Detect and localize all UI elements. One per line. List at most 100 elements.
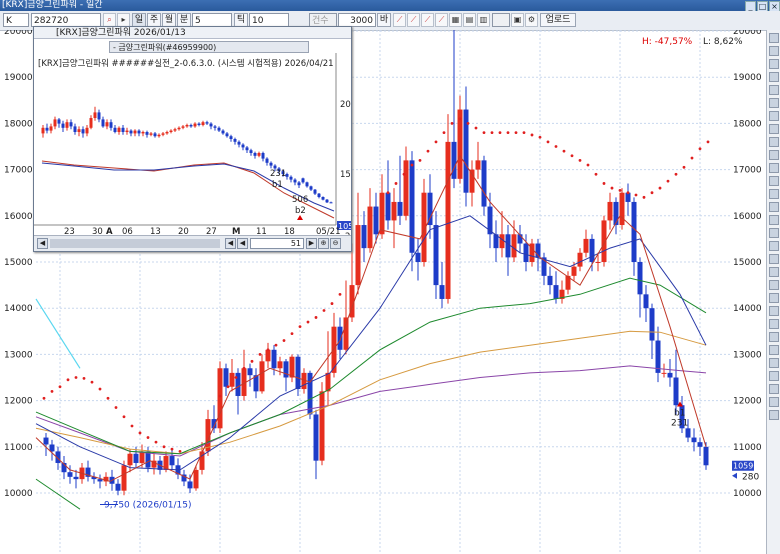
tool-icon[interactable] [769, 189, 779, 199]
inset-date-label: 05/21 [316, 227, 341, 235]
parabolic-sar-dot [298, 325, 302, 329]
tick-button[interactable]: 틱 [234, 13, 248, 27]
candle-body [325, 372, 331, 392]
tool-icon[interactable] [769, 59, 779, 69]
parabolic-sar-dot [154, 440, 158, 444]
parabolic-sar-dot [418, 158, 422, 162]
inset-candle-body [217, 127, 221, 131]
inset-candle-body [325, 199, 329, 203]
arrow-icon[interactable]: ▸ [117, 13, 130, 27]
line-chart-icon-4[interactable]: ⟋ [435, 13, 448, 27]
current-volume-label: 280 [742, 473, 759, 483]
candle-body [433, 225, 439, 286]
parabolic-sar-dot [82, 377, 86, 380]
scroll-left-icon[interactable]: ◀ [37, 238, 48, 249]
market-select[interactable]: K [3, 13, 29, 27]
inset-candle-body [101, 119, 105, 127]
parabolic-sar-dot [314, 316, 318, 319]
candle-body [223, 368, 229, 387]
tool-icon[interactable] [769, 46, 779, 56]
tool-icon[interactable] [769, 332, 779, 342]
parabolic-sar-dot [690, 156, 694, 160]
y-axis-label-right: 20000 [733, 30, 762, 37]
candle-body [43, 437, 49, 445]
scroll-prev-icon[interactable]: ◀ [237, 238, 248, 249]
inset-candle-body [73, 126, 77, 132]
period-day-button[interactable]: 일 [132, 13, 146, 27]
parabolic-sar-dot [258, 353, 262, 356]
parabolic-sar-dot [66, 378, 70, 382]
grid-icon-2[interactable]: ▤ [463, 13, 476, 27]
settings-icon[interactable]: ⚙ [525, 13, 538, 27]
tool-icon[interactable] [769, 306, 779, 316]
tool-icon[interactable] [769, 137, 779, 147]
ma240-line [35, 365, 707, 457]
parabolic-sar-dot [530, 133, 534, 137]
tool-icon[interactable] [769, 228, 779, 238]
inset-candle-body [149, 133, 153, 135]
candle-body [631, 201, 637, 262]
scroll-zoom-out-icon[interactable]: ⊖ [330, 238, 341, 249]
inset-candle-body [93, 112, 97, 118]
inset-candle-body [125, 130, 129, 132]
tool-icon[interactable] [769, 176, 779, 186]
line-chart-icon-3[interactable]: ⟋ [421, 13, 434, 27]
upload-button[interactable]: 업로드 [540, 13, 576, 27]
tool-icon[interactable] [769, 124, 779, 134]
tool-icon[interactable] [769, 397, 779, 407]
tool-icon[interactable] [769, 345, 779, 355]
candle-body [697, 442, 703, 447]
bar-button[interactable]: 바 [377, 13, 391, 27]
candle-body [577, 252, 583, 267]
search-icon[interactable]: ⌕ [103, 13, 116, 27]
tool-icon[interactable] [769, 410, 779, 420]
scroll-next-icon[interactable]: ▶ [306, 238, 317, 249]
interval-select[interactable]: 5 [192, 13, 232, 27]
tool-icon[interactable] [769, 163, 779, 173]
scroll-zoom-in-icon[interactable]: ⊕ [318, 238, 329, 249]
inset-candle-body [89, 118, 93, 128]
count-input[interactable]: 3000 [338, 13, 376, 27]
tool-icon[interactable] [769, 33, 779, 43]
tool-icon[interactable] [769, 371, 779, 381]
inset-price-chart[interactable]: 2000015000231b1506b2105902802330A0613202… [34, 53, 351, 235]
line-chart-icon[interactable]: ⟋ [393, 13, 406, 27]
scroll-value-field[interactable]: 51 [250, 238, 304, 249]
stock-code-input[interactable]: 282720 [31, 13, 101, 27]
y-axis-label-right: 18000 [733, 119, 762, 129]
tool-icon[interactable] [769, 280, 779, 290]
tool-icon[interactable] [769, 254, 779, 264]
tool-icon[interactable] [769, 384, 779, 394]
tool-icon[interactable] [769, 98, 779, 108]
scroll-first-icon[interactable]: ◀ [225, 238, 236, 249]
inset-candle-body [293, 179, 297, 183]
tool-icon[interactable] [769, 111, 779, 121]
period-month-button[interactable]: 월 [162, 13, 176, 27]
tick-select[interactable]: 10 [249, 13, 289, 27]
parabolic-sar-dot [306, 320, 310, 324]
tool-icon[interactable] [769, 202, 779, 212]
tool-icon[interactable] [769, 215, 779, 225]
y-axis-label-left: 10000 [4, 489, 33, 499]
tool-icon[interactable] [769, 358, 779, 368]
tool-icon[interactable] [769, 150, 779, 160]
scroll-track[interactable] [50, 239, 220, 248]
tool-icon[interactable] [769, 241, 779, 251]
y-axis-label-left: 20000 [4, 30, 33, 37]
grid-icon[interactable]: ▦ [449, 13, 462, 27]
inset-chart-window[interactable]: [KRX]금양그린파워 2026/01/13 - 금양그린파워(#4695990… [33, 26, 352, 252]
inset-scrollbar[interactable]: ◀ ◀ ◀ 51 ▶ ⊕ ⊖ [34, 235, 351, 251]
tool-icon[interactable] [769, 267, 779, 277]
zoom-icon[interactable]: ▣ [511, 13, 524, 27]
tool-icon[interactable] [769, 319, 779, 329]
y-axis-label-right: 11000 [733, 443, 762, 453]
tool-icon[interactable] [769, 72, 779, 82]
grid-icon-3[interactable]: ▥ [477, 13, 490, 27]
candle-body [595, 262, 601, 263]
parabolic-sar-dot [106, 396, 110, 400]
line-chart-icon-2[interactable]: ⟋ [407, 13, 420, 27]
period-minute-button[interactable]: 분 [177, 13, 191, 27]
tool-icon[interactable] [769, 85, 779, 95]
tool-icon[interactable] [769, 293, 779, 303]
period-week-button[interactable]: 주 [147, 13, 161, 27]
